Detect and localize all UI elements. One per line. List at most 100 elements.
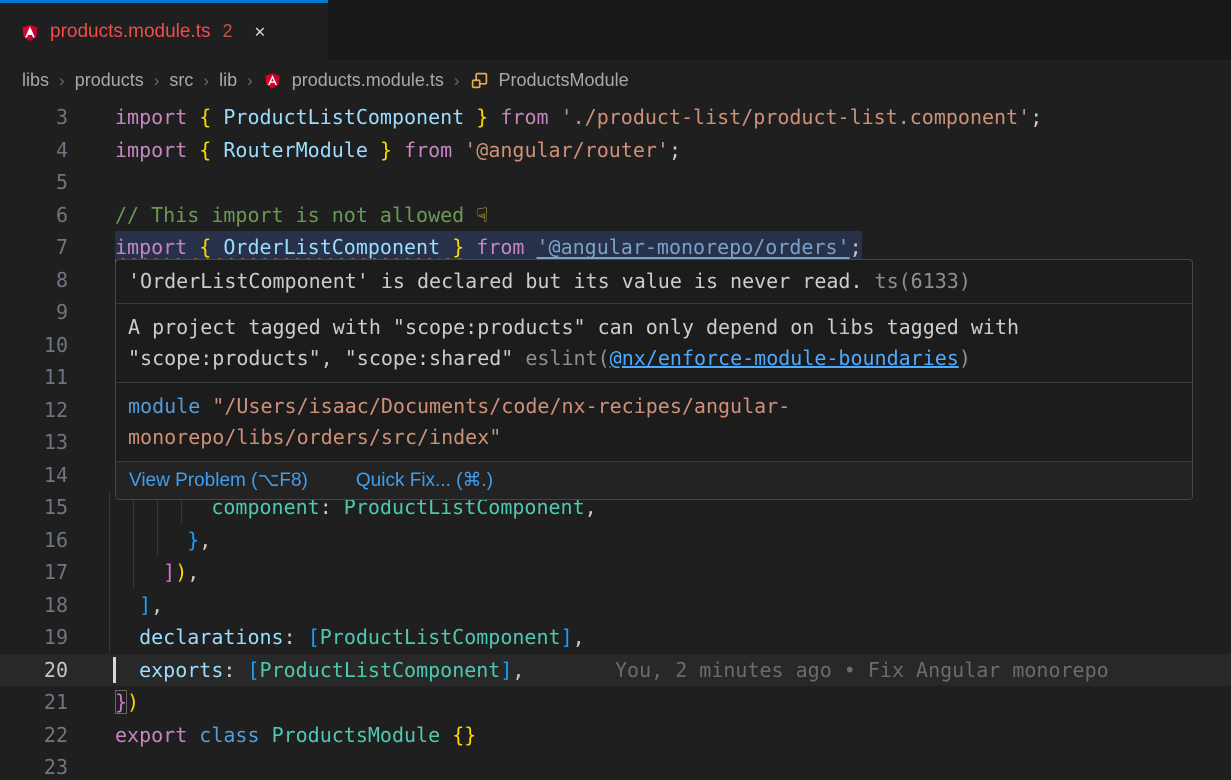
hover-statusbar: View Problem (⌥F8) Quick Fix... (⌘.) xyxy=(116,461,1192,499)
code-line[interactable]: 19 declarations: [ProductListComponent], xyxy=(0,621,1231,654)
eslint-message-line1: A project tagged with "scope:products" c… xyxy=(128,312,1180,343)
indent-guide xyxy=(133,524,134,557)
code-token xyxy=(524,235,536,259)
code-line[interactable]: 3import { ProductListComponent } from '.… xyxy=(0,101,1231,134)
hover-popup: 'OrderListComponent' is declared but its… xyxy=(115,259,1193,500)
hover-eslint-message: A project tagged with "scope:products" c… xyxy=(116,303,1192,382)
code-token: { xyxy=(199,138,211,162)
code-line[interactable]: 6// This import is not allowed ☟ xyxy=(0,199,1231,232)
quick-fix-link[interactable]: Quick Fix... (⌘.) xyxy=(356,467,493,494)
code-line[interactable]: 18 ], xyxy=(0,589,1231,622)
line-number: 10 xyxy=(0,329,68,362)
hover-module-path: module "/Users/isaac/Documents/code/nx-r… xyxy=(116,382,1192,461)
code-line[interactable]: 21}) xyxy=(0,686,1231,719)
tab-products-module[interactable]: products.module.ts 2 ✕ xyxy=(0,0,328,60)
code-line[interactable]: 23 xyxy=(0,751,1231,780)
code-content: ]), xyxy=(115,556,199,589)
code-token: {} xyxy=(452,723,476,747)
code-token xyxy=(187,138,199,162)
code-token xyxy=(235,658,247,682)
warning-squiggle: import xyxy=(115,235,187,259)
code-token: } xyxy=(452,235,464,259)
error-squiggle: OrderListComponent xyxy=(223,235,440,259)
code-token: ProductListComponent xyxy=(223,105,464,129)
code-line[interactable]: 20 exports: [ProductListComponent],You, … xyxy=(0,654,1231,687)
breadcrumb-item-libs[interactable]: libs xyxy=(22,70,49,91)
code-token: import xyxy=(115,235,187,259)
code-token xyxy=(115,560,163,584)
code-token xyxy=(260,723,272,747)
indent-guide xyxy=(109,556,110,589)
line-number: 7 xyxy=(0,231,68,264)
breadcrumb-item-symbol[interactable]: ProductsModule xyxy=(499,70,629,91)
code-token: : xyxy=(223,658,235,682)
error-squiggle xyxy=(211,235,223,259)
module-path-text: monorepo/libs/orders/src/index" xyxy=(128,425,501,449)
error-squiggle: ; xyxy=(850,235,862,259)
line-number: 23 xyxy=(0,751,68,780)
line-number: 14 xyxy=(0,459,68,492)
code-token: OrderListComponent xyxy=(223,235,440,259)
line-number: 18 xyxy=(0,589,68,622)
code-token xyxy=(115,528,187,552)
module-link[interactable]: '@angular-monorepo/orders' xyxy=(537,235,850,259)
code-content: declarations: [ProductListComponent], xyxy=(115,621,585,654)
code-token: [ xyxy=(247,658,259,682)
tab-bar: products.module.ts 2 ✕ xyxy=(0,0,1231,60)
line-number: 8 xyxy=(0,264,68,297)
code-token: } xyxy=(476,105,488,129)
code-token xyxy=(211,105,223,129)
code-token: from xyxy=(404,138,452,162)
breadcrumb-item-lib[interactable]: lib xyxy=(219,70,237,91)
hover-ts-message: 'OrderListComponent' is declared but its… xyxy=(116,260,1192,303)
eslint-rule-link[interactable]: @nx/enforce-module-boundaries xyxy=(610,346,959,370)
error-squiggle xyxy=(464,235,476,259)
code-token xyxy=(115,593,139,617)
warning-squiggle: } xyxy=(452,235,464,259)
code-content: }, xyxy=(115,524,211,557)
warning-squiggle xyxy=(187,235,199,259)
error-squiggle xyxy=(440,235,452,259)
code-token: declarations xyxy=(139,625,284,649)
line-number: 5 xyxy=(0,166,68,199)
code-token xyxy=(452,138,464,162)
chevron-right-icon: › xyxy=(58,71,66,91)
error-squiggle: import xyxy=(115,235,187,259)
code-line[interactable]: 22export class ProductsModule {} xyxy=(0,719,1231,752)
error-squiggle xyxy=(187,235,199,259)
line-number: 4 xyxy=(0,134,68,167)
ts-message-text: 'OrderListComponent' is declared but its… xyxy=(128,269,863,293)
code-token: { xyxy=(199,105,211,129)
error-squiggle xyxy=(524,235,536,259)
code-token: ; xyxy=(1030,105,1042,129)
code-line[interactable]: 5 xyxy=(0,166,1231,199)
module-path-text: "/Users/isaac/Documents/code/nx-recipes/… xyxy=(200,394,790,418)
code-token: ) xyxy=(175,560,187,584)
code-token: , xyxy=(187,560,199,584)
code-token xyxy=(187,235,199,259)
breadcrumb-item-src[interactable]: src xyxy=(169,70,193,91)
breadcrumb-item-products[interactable]: products xyxy=(75,70,144,91)
bracket-match: } xyxy=(115,690,127,714)
code-line[interactable]: 4import { RouterModule } from '@angular/… xyxy=(0,134,1231,167)
close-icon[interactable]: ✕ xyxy=(255,21,266,42)
code-token xyxy=(187,723,199,747)
module-path-line2: monorepo/libs/orders/src/index" xyxy=(128,422,1180,453)
code-token: RouterModule xyxy=(223,138,368,162)
view-problem-link[interactable]: View Problem (⌥F8) xyxy=(129,467,308,494)
eslint-source: eslint( xyxy=(525,346,609,370)
breadcrumb-item-file[interactable]: products.module.ts xyxy=(292,70,444,91)
chevron-right-icon: › xyxy=(202,71,210,91)
line-number: 9 xyxy=(0,296,68,329)
line-number: 6 xyxy=(0,199,68,232)
code-token: export xyxy=(115,723,187,747)
code-line[interactable]: 16 }, xyxy=(0,524,1231,557)
code-token: ] xyxy=(163,560,175,584)
code-line[interactable]: 17 ]), xyxy=(0,556,1231,589)
indent-guide xyxy=(133,556,134,589)
breadcrumb: libs › products › src › lib › products.m… xyxy=(0,60,1231,101)
text-cursor xyxy=(113,657,116,683)
indent-guide xyxy=(109,621,110,654)
warning-squiggle: OrderListComponent xyxy=(223,235,440,259)
code-token: import xyxy=(115,105,187,129)
